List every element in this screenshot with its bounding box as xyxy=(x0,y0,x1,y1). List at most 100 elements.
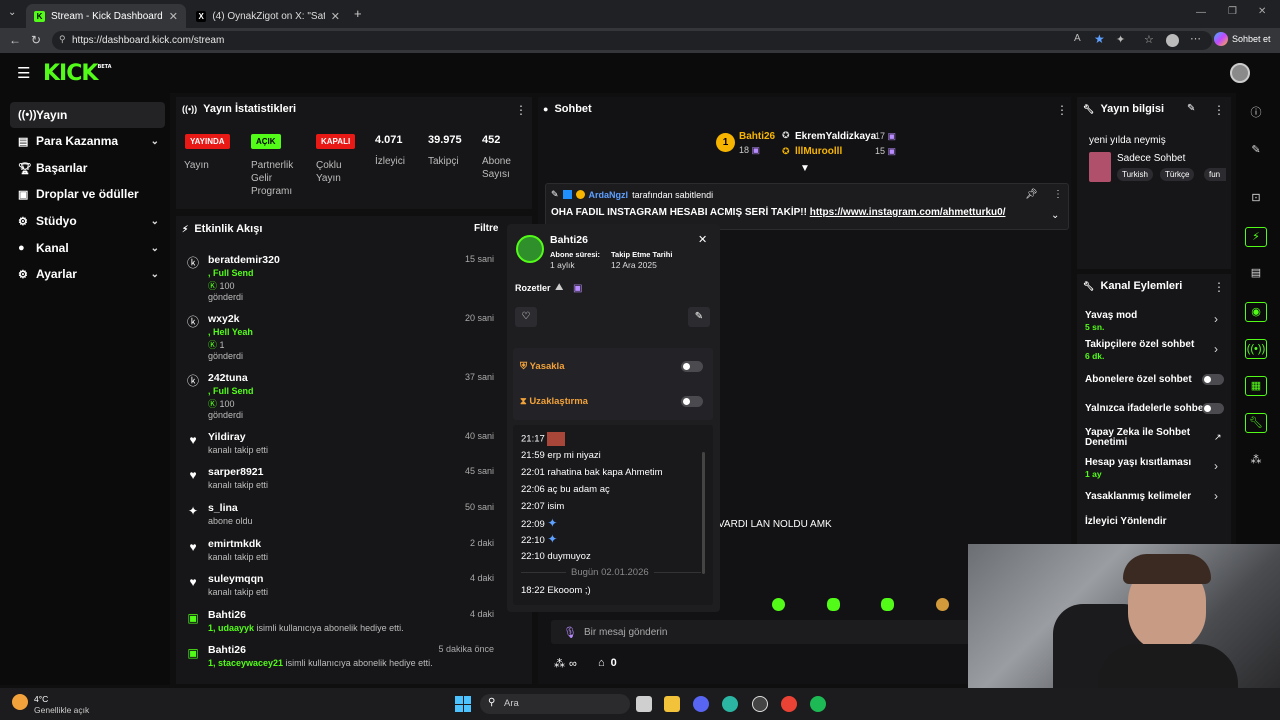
sidebar-item-yayin[interactable]: ((•)) Yayın xyxy=(10,102,165,128)
action-followers-only[interactable]: Takipçilere özel sohbet 6 dk. xyxy=(1085,339,1194,361)
history-scrollbar[interactable] xyxy=(702,452,705,574)
close-tab-icon[interactable]: ✕ xyxy=(169,10,178,23)
emote-icon[interactable] xyxy=(827,598,840,611)
collections-icon[interactable]: ☆ xyxy=(1144,33,1154,46)
tag-pill[interactable]: Turkish xyxy=(1117,168,1153,181)
close-window-icon[interactable]: ✕ xyxy=(1258,6,1266,17)
edit-icon[interactable]: ✎ xyxy=(1187,103,1195,114)
leader-name[interactable]: EkremYaldizkaya xyxy=(795,131,876,142)
chevron-right-icon[interactable]: › xyxy=(1214,312,1218,326)
user-avatar[interactable] xyxy=(1230,63,1250,83)
subs-only-toggle[interactable] xyxy=(1202,374,1224,385)
copilot-button[interactable]: Sohbet et xyxy=(1214,32,1271,46)
chat-menu-icon[interactable]: ⋮ xyxy=(1056,103,1068,117)
action-banned-words[interactable]: Yasaklanmış kelimeler xyxy=(1085,491,1191,502)
chat-footer-left[interactable]: ⁂ ∞ xyxy=(554,657,577,671)
lightning-icon[interactable]: ⚡︎ xyxy=(1245,227,1267,247)
gift-recipient[interactable]: 1, staceywacey21 xyxy=(208,658,283,668)
leader-name[interactable]: lllMuroolll xyxy=(795,146,842,157)
activity-user[interactable]: beratdemir320 xyxy=(208,254,280,266)
hamburger-menu-icon[interactable]: ☰ xyxy=(17,64,30,82)
sidebar-item-ayarlar[interactable]: ⚙ Ayarlar ⌄ xyxy=(10,261,165,287)
edit-icon[interactable]: ✎ xyxy=(1248,142,1264,158)
close-tab-icon[interactable]: ✕ xyxy=(331,10,340,23)
sidebar-item-droplar[interactable]: ▣ Droplar ve ödüller xyxy=(10,181,165,207)
gift-recipient[interactable]: 1, udaayyk xyxy=(208,623,254,633)
minimize-icon[interactable]: — xyxy=(1196,7,1206,18)
sidebar-item-kanal[interactable]: ● Kanal ⌄ xyxy=(10,235,165,261)
close-popup-icon[interactable]: ✕ xyxy=(698,233,707,246)
tag-pill[interactable]: Türkçe xyxy=(1160,168,1195,181)
leader-name[interactable]: Bahti26 xyxy=(739,131,775,142)
users-icon[interactable]: ⁂ xyxy=(1248,452,1264,468)
stream-info-menu-icon[interactable]: ⋮ xyxy=(1213,103,1225,117)
expand-leaderboard-icon[interactable]: ▼ xyxy=(800,163,810,174)
sidebar-item-basarilar[interactable]: 🏆︎ Başarılar xyxy=(10,155,165,181)
popup-username[interactable]: Bahti26 xyxy=(550,234,588,246)
emote-icon[interactable] xyxy=(881,598,894,611)
discord-icon[interactable] xyxy=(693,696,709,712)
extensions-icon[interactable]: ✦ xyxy=(1116,33,1125,46)
follow-heart-button[interactable]: ♡ xyxy=(515,307,537,327)
external-link-icon[interactable]: ↗ xyxy=(1214,432,1222,443)
edge-icon[interactable] xyxy=(722,696,738,712)
activity-user[interactable]: s_lina xyxy=(208,502,238,514)
stats-menu-icon[interactable]: ⋮ xyxy=(515,103,527,117)
task-view-icon[interactable] xyxy=(636,696,652,712)
back-icon[interactable]: ← xyxy=(9,33,21,47)
action-slow-mode[interactable]: Yavaş mod 5 sn. xyxy=(1085,310,1137,332)
activity-user[interactable]: 242tuna xyxy=(208,372,248,384)
action-account-age[interactable]: Hesap yaşı kısıtlaması 1 ay xyxy=(1085,457,1191,479)
tab-kick-dashboard[interactable]: K Stream - Kick Dashboard ✕ xyxy=(26,4,186,28)
spotify-icon[interactable] xyxy=(810,696,826,712)
ban-toggle[interactable] xyxy=(681,361,703,372)
info-icon[interactable]: ⓘ xyxy=(1248,105,1264,121)
emote-only-toggle[interactable] xyxy=(1202,403,1224,414)
wrench-icon[interactable]: 🔧︎ xyxy=(1245,413,1267,433)
pinned-menu-icon[interactable]: ⋮ xyxy=(1053,189,1063,200)
mod-tools-button[interactable]: ✎ xyxy=(688,307,710,327)
file-explorer-icon[interactable] xyxy=(664,696,680,712)
category-name[interactable]: Sadece Sohbet xyxy=(1117,153,1185,164)
chevron-right-icon[interactable]: › xyxy=(1214,459,1218,473)
tab-x-post[interactable]: X (4) OynakZigot on X: "Satmayacak ✕ xyxy=(188,4,348,28)
read-aloud-icon[interactable]: A xyxy=(1074,33,1081,44)
weather-icon[interactable] xyxy=(12,694,28,710)
obs-icon[interactable] xyxy=(752,696,768,712)
timeout-toggle[interactable] xyxy=(681,396,703,407)
pinned-by-user[interactable]: ArdaNgzl xyxy=(589,190,629,200)
action-ai-moderation[interactable]: Yapay Zeka ile Sohbet Denetimi xyxy=(1085,428,1195,448)
activity-user[interactable]: Bahti26 xyxy=(208,609,246,621)
activity-user[interactable]: Bahti26 xyxy=(208,644,246,656)
more-menu-icon[interactable]: ⋯ xyxy=(1190,32,1201,45)
channel-actions-menu-icon[interactable]: ⋮ xyxy=(1213,280,1225,294)
reload-icon[interactable]: ↻ xyxy=(31,33,41,47)
activity-user[interactable]: wxy2k xyxy=(208,313,240,325)
microphone-icon[interactable]: 🎙︎ xyxy=(563,626,577,639)
chevron-right-icon[interactable]: › xyxy=(1214,489,1218,503)
site-info-icon[interactable]: ⚲ xyxy=(59,34,66,45)
taskbar-search[interactable] xyxy=(480,694,630,714)
focus-icon[interactable]: ⊡ xyxy=(1248,190,1264,206)
pinned-link[interactable]: https://www.instagram.com/ahmetturku0/ xyxy=(810,207,1006,218)
tab-list-icon[interactable]: ⌄ xyxy=(8,7,16,18)
activity-user[interactable]: suleymqqn xyxy=(208,573,263,585)
activity-user[interactable]: sarper8921 xyxy=(208,466,263,478)
favorite-star-icon[interactable]: ★ xyxy=(1094,32,1105,46)
emote-icon[interactable] xyxy=(772,598,785,611)
activity-user[interactable]: Yildiray xyxy=(208,431,246,443)
kick-logo[interactable]: KICKBETA xyxy=(43,61,112,86)
activity-filter-button[interactable]: Filtre xyxy=(474,223,498,234)
action-raid[interactable]: İzleyici Yönlendir xyxy=(1085,516,1167,527)
new-tab-icon[interactable]: + xyxy=(354,6,362,21)
windows-start-icon[interactable] xyxy=(455,696,471,712)
tag-pill[interactable]: fun xyxy=(1204,168,1226,181)
profile-avatar[interactable] xyxy=(1166,34,1179,47)
sidebar-item-studyo[interactable]: ⚙ Stüdyo ⌄ xyxy=(10,208,165,234)
emote-icon[interactable] xyxy=(936,598,949,611)
url-field[interactable]: ⚲ https://dashboard.kick.com/stream A ★ … xyxy=(52,31,1212,50)
unpin-icon[interactable]: 📌︎ xyxy=(1025,189,1038,200)
chrome-icon[interactable] xyxy=(781,696,797,712)
chevron-right-icon[interactable]: › xyxy=(1214,342,1218,356)
activity-user[interactable]: emirtmkdk xyxy=(208,538,261,550)
